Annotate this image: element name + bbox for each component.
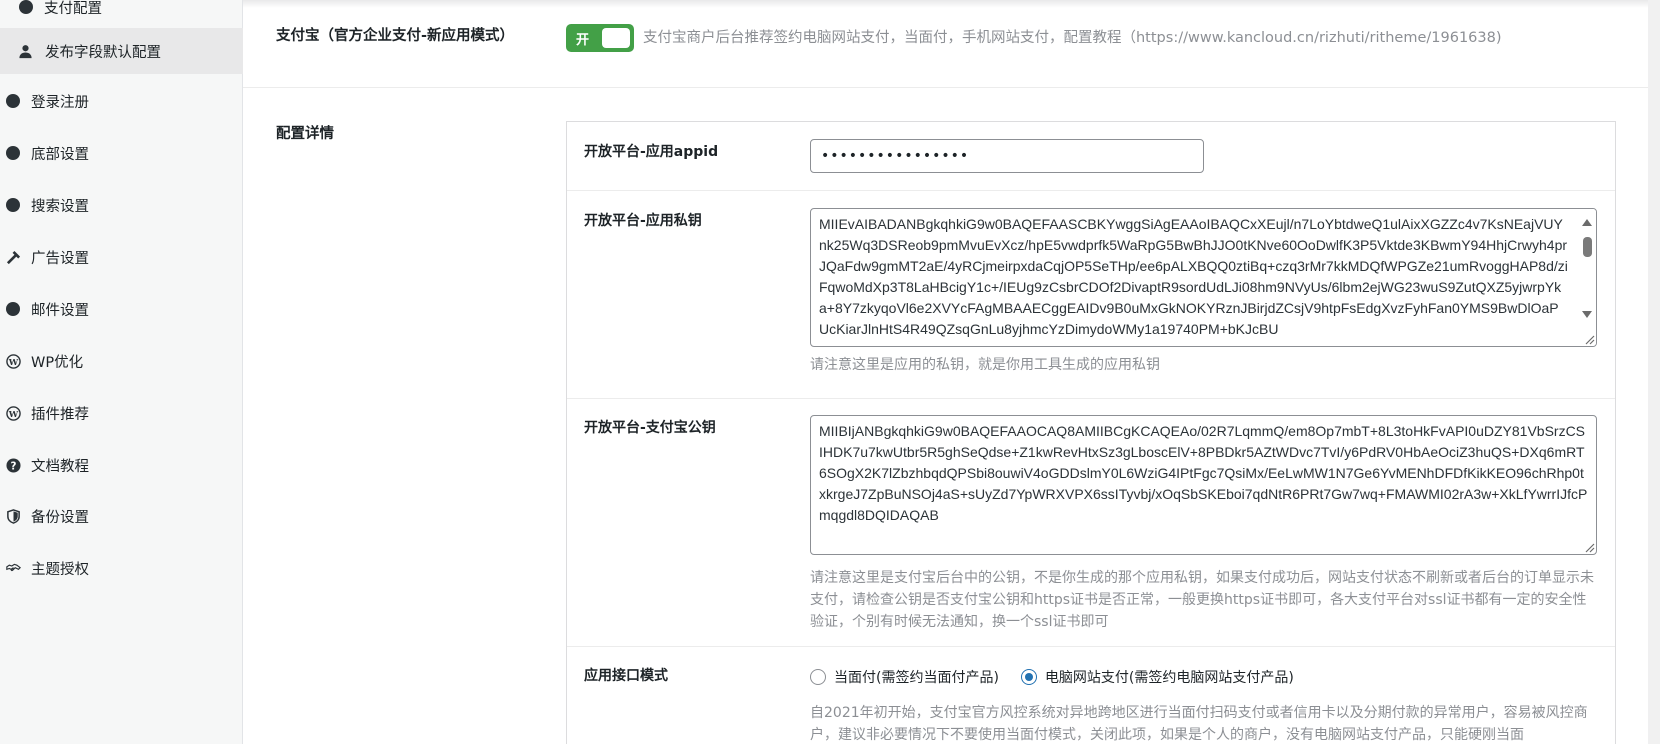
private-key-label: 开放平台-应用私钥 [584,213,702,229]
radio-face-to-face[interactable] [810,669,826,685]
settings-sidebar: 支付配置 发布字段默认配置 登录注册 底部设置 搜索设置 广告设置 邮件设置 W… [0,0,243,744]
sidebar-item-label: 登录注册 [31,94,89,111]
scroll-down-icon[interactable] [1582,311,1592,318]
dot-icon [5,145,21,161]
sidebar-item-label: 插件推荐 [31,406,89,423]
scroll-up-icon[interactable] [1582,219,1592,226]
sidebar-item-label: 文档教程 [31,458,89,475]
sidebar-item-label: 主题授权 [31,561,89,578]
private-key-help: 请注意这里是应用的私钥，就是你用工具生成的应用私钥 [810,357,1160,373]
sidebar-item-search[interactable]: 搜索设置 [0,188,243,222]
svg-text:W: W [7,408,18,418]
dot-icon [5,93,21,109]
sidebar-item-label: 邮件设置 [31,302,89,319]
radio-pc-website[interactable] [1020,669,1037,685]
api-mode-label: 应用接口模式 [584,668,668,684]
wordpress-icon: W [5,405,21,421]
shield-icon [5,508,21,524]
field-divider [567,190,1615,191]
sidebar-item-label: 广告设置 [31,250,89,267]
public-key-label: 开放平台-支付宝公钥 [584,420,716,436]
settings-main: 支付宝（官方企业支付-新应用模式） 开 支付宝商户后台推荐签约电脑网站支付，当面… [243,0,1648,744]
resize-handle-icon[interactable] [1583,541,1595,553]
sidebar-item-footer[interactable]: 底部设置 [0,136,243,170]
field-divider [567,398,1615,399]
sidebar-item-email[interactable]: 邮件设置 [0,292,243,326]
sidebar-item-license[interactable]: 主题授权 [0,551,243,585]
dot-icon [18,0,34,15]
radio-face-to-face-label[interactable]: 当面付(需签约当面付产品) [834,667,999,687]
dot-icon [5,301,21,317]
private-key-value: MIIEvAIBADANBgkqhkiG9w0BAQEFAASCBKYwggSi… [819,216,1568,337]
sidebar-item-publish-defaults[interactable]: 发布字段默认配置 [0,28,243,74]
sidebar-item-login-register[interactable]: 登录注册 [0,84,243,118]
dot-icon [5,197,21,213]
alipay-toggle[interactable]: 开 [566,24,634,52]
sidebar-item-label: 支付配置 [44,0,102,17]
config-details-label: 配置详情 [276,126,334,142]
api-mode-help: 自2021年初开始，支付宝官方风控系统对异地跨地区进行当面付扫码支付或者信用卡以… [810,705,1588,743]
sidebar-item-label: 底部设置 [31,146,89,163]
page-scrollbar[interactable] [1650,0,1660,744]
toggle-on-text: 开 [576,32,590,48]
private-key-textarea[interactable]: MIIEvAIBADANBgkqhkiG9w0BAQEFAASCBKYwggSi… [810,208,1597,347]
config-details-panel: 开放平台-应用appid •••••••••••••••• 开放平台-应用私钥 … [566,121,1616,744]
sidebar-item-backup[interactable]: 备份设置 [0,499,243,533]
sidebar-item-label: WP优化 [31,354,84,371]
handshake-icon [5,560,21,576]
alipay-label: 支付宝（官方企业支付-新应用模式） [276,28,515,44]
sidebar-item-docs[interactable]: ? 文档教程 [0,448,243,482]
field-divider [567,646,1615,647]
sidebar-item-plugins[interactable]: W 插件推荐 [0,396,243,430]
sidebar-item-wp-optimize[interactable]: W WP优化 [0,344,243,378]
textarea-scrollbar[interactable] [1578,209,1596,346]
public-key-help: 请注意这里是支付宝后台中的公钥，不是你生成的那个应用私钥，如果支付成功后，网站支… [810,570,1594,630]
scroll-thumb[interactable] [1583,237,1592,257]
sidebar-item-ads[interactable]: 广告设置 [0,240,243,274]
sidebar-item-label: 备份设置 [31,509,89,526]
row-divider [243,87,1648,88]
alipay-help-text: 支付宝商户后台推荐签约电脑网站支付，当面付，手机网站支付，配置教程（https:… [643,30,1502,46]
sidebar-item-label: 发布字段默认配置 [45,44,161,61]
public-key-textarea[interactable]: MIIBIjANBgkqhkiG9w0BAQEFAAOCAQ8AMIIBCgKC… [810,415,1597,555]
appid-input[interactable]: •••••••••••••••• [810,139,1204,173]
help-icon: ? [5,457,21,473]
radio-pc-website-label[interactable]: 电脑网站支付(需签约电脑网站支付产品) [1045,667,1294,687]
hammer-icon [5,249,21,265]
svg-text:W: W [7,356,18,366]
appid-label: 开放平台-应用appid [584,144,719,160]
wordpress-icon: W [5,353,21,369]
api-mode-radio-group: 当面付(需签约当面付产品) 电脑网站支付(需签约电脑网站支付产品) [810,667,1316,687]
resize-handle-icon[interactable] [1583,333,1595,345]
public-key-value: MIIBIjANBgkqhkiG9w0BAQEFAAOCAQ8AMIIBCgKC… [819,423,1588,523]
toggle-knob [602,28,630,48]
sidebar-item-payment[interactable]: 支付配置 [0,0,243,24]
svg-text:?: ? [10,460,16,472]
sidebar-item-label: 搜索设置 [31,198,89,215]
user-icon [17,43,33,59]
header-shadow [243,0,1648,8]
